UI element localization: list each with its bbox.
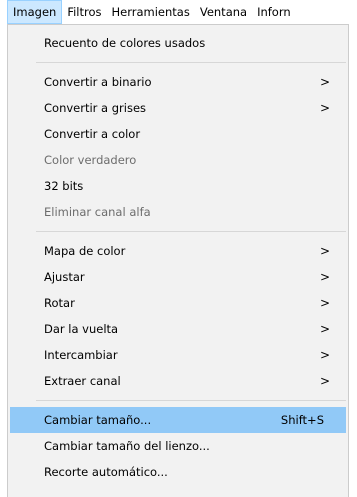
menu-item-convertir-color[interactable]: Convertir a color	[8, 121, 348, 147]
chevron-right-icon: >	[319, 322, 330, 336]
menu-separator	[36, 400, 346, 401]
menu-item-intercambiar[interactable]: Intercambiar >	[8, 342, 348, 368]
menubar-informacion[interactable]: Inforn	[252, 0, 296, 24]
menu-item-label: Eliminar canal alfa	[44, 205, 151, 219]
menu-item-cambiar-tamano[interactable]: Cambiar tamaño... Shift+S	[10, 407, 346, 433]
menu-separator	[36, 62, 346, 63]
menu-item-label: Recorte automático...	[44, 465, 168, 479]
menu-item-label: Rotar	[44, 296, 75, 310]
menu-item-eliminar-canal-alfa: Eliminar canal alfa	[8, 199, 348, 225]
chevron-right-icon: >	[319, 374, 330, 388]
chevron-right-icon: >	[319, 348, 330, 362]
menu-item-label: Cambiar tamaño del lienzo...	[44, 439, 210, 453]
menubar-filtros[interactable]: Filtros	[62, 0, 106, 24]
menu-item-label: Convertir a grises	[44, 101, 147, 115]
menu-bar: Imagen Filtros Herramientas Ventana Info…	[0, 0, 357, 24]
menu-item-label: Recuento de colores usados	[44, 36, 206, 50]
menu-item-label: Ajustar	[44, 270, 85, 284]
menu-item-cambiar-tamano-lienzo[interactable]: Cambiar tamaño del lienzo...	[8, 433, 348, 459]
menu-item-label: Convertir a color	[44, 127, 141, 141]
menubar-imagen[interactable]: Imagen	[7, 0, 63, 24]
menu-item-label: Cambiar tamaño...	[44, 413, 152, 427]
menu-item-mapa-color[interactable]: Mapa de color >	[8, 238, 348, 264]
menubar-herramientas[interactable]: Herramientas	[107, 0, 195, 24]
menu-item-convertir-grises[interactable]: Convertir a grises >	[8, 95, 348, 121]
menu-item-label: Extraer canal	[44, 374, 121, 388]
chevron-right-icon: >	[319, 244, 330, 258]
menu-item-32-bits[interactable]: 32 bits	[8, 173, 348, 199]
imagen-dropdown-menu: Recuento de colores usados Convertir a b…	[7, 24, 349, 497]
menu-item-label: Intercambiar	[44, 348, 118, 362]
menu-item-label: Color verdadero	[44, 153, 137, 167]
menu-item-convertir-binario[interactable]: Convertir a binario >	[8, 69, 348, 95]
menubar-ventana[interactable]: Ventana	[195, 0, 252, 24]
menu-item-extraer-canal[interactable]: Extraer canal >	[8, 368, 348, 394]
chevron-right-icon: >	[319, 270, 330, 284]
menu-item-label: Dar la vuelta	[44, 322, 119, 336]
menu-item-recorte-automatico[interactable]: Recorte automático...	[8, 459, 348, 485]
keyboard-shortcut: Shift+S	[280, 413, 324, 427]
menu-item-dar-la-vuelta[interactable]: Dar la vuelta >	[8, 316, 348, 342]
menu-item-label: Convertir a binario	[44, 75, 152, 89]
menu-separator	[36, 231, 346, 232]
menu-item-ajustar[interactable]: Ajustar >	[8, 264, 348, 290]
chevron-right-icon: >	[319, 75, 330, 89]
menu-item-recuento-colores[interactable]: Recuento de colores usados	[8, 30, 348, 56]
menu-item-color-verdadero: Color verdadero	[8, 147, 348, 173]
menu-item-label: Mapa de color	[44, 244, 126, 258]
menu-item-label: 32 bits	[44, 179, 84, 193]
chevron-right-icon: >	[319, 101, 330, 115]
menu-item-rotar[interactable]: Rotar >	[8, 290, 348, 316]
chevron-right-icon: >	[319, 296, 330, 310]
